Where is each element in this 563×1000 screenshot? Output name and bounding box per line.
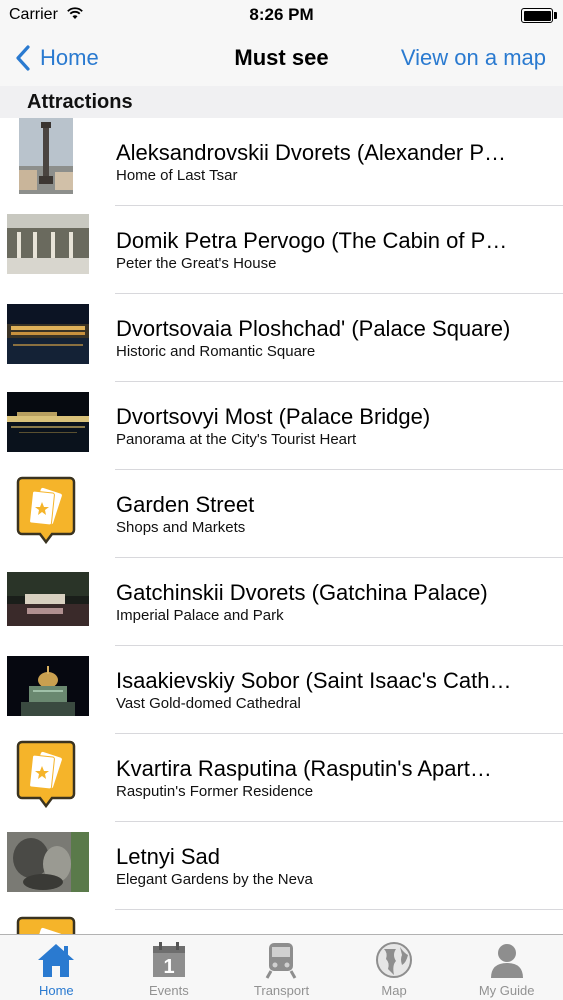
home-icon (36, 941, 76, 979)
attraction-subtitle: Peter the Great's House (116, 255, 277, 272)
attraction-thumbnail (7, 832, 89, 892)
list-item[interactable]: Isaakievskiy Sobor (Saint Isaac's Cath… … (0, 646, 563, 734)
tab-label: Map (381, 983, 407, 998)
attraction-title: Aleksandrovskii Dvorets (Alexander P… (116, 140, 507, 165)
attraction-thumbnail (7, 214, 89, 274)
tab-label: My Guide (478, 983, 535, 998)
tab-my-guide[interactable]: My Guide (450, 935, 563, 1000)
attraction-thumbnail (19, 118, 73, 194)
attraction-thumbnail (7, 304, 89, 364)
person-icon (487, 941, 527, 979)
list-item[interactable]: Gatchinskii Dvorets (Gatchina Palace) Im… (0, 558, 563, 646)
attraction-thumbnail (7, 572, 89, 626)
status-time: 8:26 PM (249, 5, 314, 24)
battery-icon (521, 8, 553, 23)
tab-label: Transport (253, 983, 310, 998)
list-item[interactable]: Domik Petra Pervogo (The Cabin of P… Pet… (0, 206, 563, 294)
tab-events[interactable]: 1 Events (113, 935, 226, 1000)
list-item[interactable]: Dvortsovaia Ploshchad' (Palace Square) H… (0, 294, 563, 382)
section-header: Attractions (0, 86, 563, 118)
ticket-icon (16, 916, 76, 934)
list-item[interactable]: Aleksandrovskii Dvorets (Alexander P… Ho… (0, 118, 563, 206)
back-button[interactable]: Home (14, 42, 99, 74)
tab-label: Home (38, 983, 74, 998)
tab-home[interactable]: Home (0, 935, 113, 1000)
section-title: Attractions (27, 91, 133, 113)
tab-map[interactable]: Map (338, 935, 451, 1000)
navigation-bar: Home Must see View on a map (0, 30, 563, 86)
ticket-icon (16, 740, 76, 808)
attraction-title: Dvortsovyi Most (Palace Bridge) (116, 404, 431, 429)
list-item[interactable] (0, 910, 563, 934)
battery-tip (554, 12, 557, 19)
attraction-thumbnail (7, 656, 89, 716)
attraction-subtitle: Panorama at the City's Tourist Heart (116, 431, 357, 448)
tab-transport[interactable]: Transport (225, 935, 338, 1000)
attraction-title: Isaakievskiy Sobor (Saint Isaac's Cath… (116, 668, 512, 693)
attraction-subtitle: Elegant Gardens by the Neva (116, 871, 313, 888)
attraction-subtitle: Shops and Markets (116, 519, 246, 536)
list-item[interactable]: Garden Street Shops and Markets (0, 470, 563, 558)
chevron-left-icon (16, 45, 30, 71)
ticket-icon (16, 476, 76, 544)
list-item[interactable]: Letnyi Sad Elegant Gardens by the Neva (0, 822, 563, 910)
list-item[interactable]: Kvartira Rasputina (Rasputin's Apart… Ra… (0, 734, 563, 822)
attraction-title: Domik Petra Pervogo (The Cabin of P… (116, 228, 508, 253)
svg-text:1: 1 (163, 956, 174, 978)
attraction-thumbnail (7, 392, 89, 452)
attraction-title: Dvortsovaia Ploshchad' (Palace Square) (116, 316, 511, 341)
attraction-subtitle: Historic and Romantic Square (116, 343, 316, 360)
back-button-label: Home (40, 45, 99, 70)
status-bar: Carrier 8:26 PM (0, 0, 563, 30)
view-on-map-button[interactable]: View on a map (401, 45, 546, 71)
attraction-subtitle: Vast Gold-domed Cathedral (116, 695, 301, 712)
attraction-title: Gatchinskii Dvorets (Gatchina Palace) (116, 580, 488, 605)
tab-bar: Home 1 Events Transport Map My Guide (0, 934, 563, 1000)
list-item[interactable]: Dvortsovyi Most (Palace Bridge) Panorama… (0, 382, 563, 470)
attraction-subtitle: Home of Last Tsar (116, 167, 238, 184)
attractions-list[interactable]: Aleksandrovskii Dvorets (Alexander P… Ho… (0, 118, 563, 934)
attraction-subtitle: Rasputin's Former Residence (116, 783, 314, 800)
attraction-title: Letnyi Sad (116, 844, 220, 869)
attraction-title: Kvartira Rasputina (Rasputin's Apart… (116, 756, 492, 781)
globe-icon (374, 941, 414, 979)
train-icon (261, 941, 301, 979)
calendar-icon: 1 (149, 941, 189, 979)
tab-label: Events (149, 983, 189, 998)
attraction-subtitle: Imperial Palace and Park (116, 607, 284, 624)
attraction-title: Garden Street (116, 492, 255, 517)
